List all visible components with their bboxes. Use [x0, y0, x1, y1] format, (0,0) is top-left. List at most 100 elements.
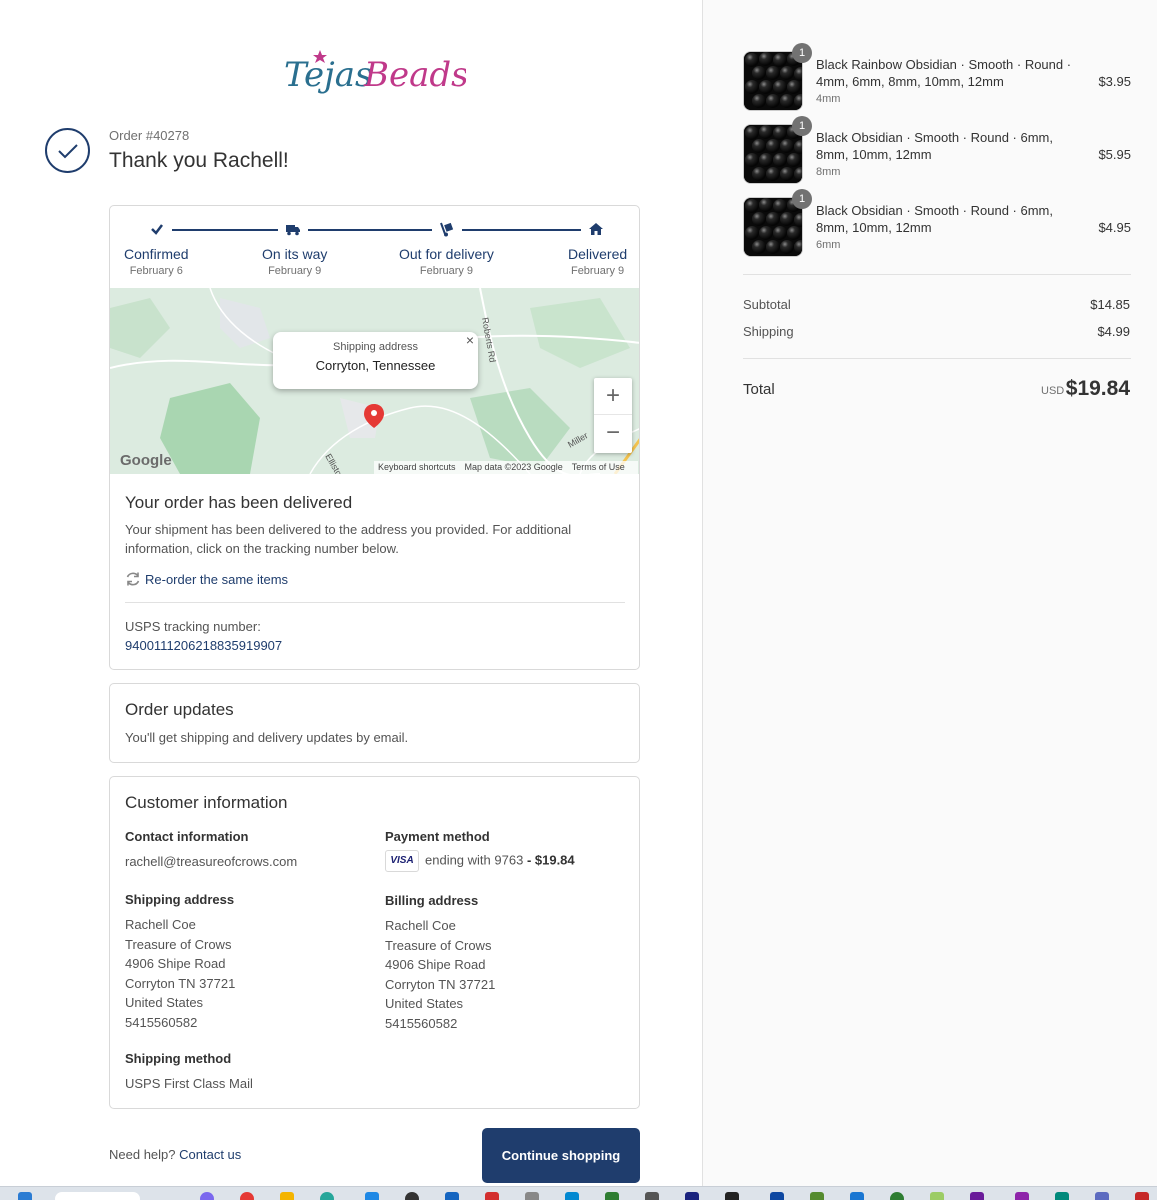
taskbar-app-icon[interactable] — [525, 1192, 539, 1200]
address-line: United States — [385, 996, 464, 1011]
map-data-credit: Map data ©2023 Google — [464, 462, 563, 472]
item-title: Black Rainbow Obsidian · Smooth · Round … — [816, 57, 1072, 89]
order-updates-card: Order updates You'll get shipping and de… — [109, 683, 640, 763]
shipping-address-label: Shipping address — [125, 892, 235, 907]
item-name: Black Obsidian · Smooth · Round · 6mm, 8… — [816, 129, 1081, 181]
taskbar-app-icon[interactable] — [850, 1192, 864, 1200]
divider — [743, 274, 1131, 275]
item-variant: 8mm — [816, 166, 841, 178]
contact-email: rachell@treasureofcrows.com — [125, 854, 298, 869]
order-updates-title: Order updates — [125, 700, 234, 719]
delivery-status-text: Your shipment has been delivered to the … — [125, 522, 572, 556]
item-title: Black Obsidian · Smooth · Round · 6mm, 8… — [816, 203, 1053, 235]
step-confirmed: Confirmed February 6 — [124, 246, 189, 277]
order-summary-sidebar: 1 Black Rainbow Obsidian · Smooth · Roun… — [702, 0, 1157, 1200]
close-icon[interactable]: × — [466, 332, 474, 348]
os-taskbar — [0, 1186, 1157, 1200]
item-name: Black Obsidian · Smooth · Round · 6mm, 8… — [816, 202, 1081, 254]
continue-shopping-button[interactable]: Continue shopping — [482, 1128, 640, 1183]
taskbar-app-icon[interactable] — [1055, 1192, 1069, 1200]
contact-us-link[interactable]: Contact us — [179, 1147, 241, 1162]
taskbar-app-icon[interactable] — [200, 1192, 214, 1200]
address-line: 4906 Shipe Road — [125, 956, 226, 971]
taskbar-app-icon[interactable] — [645, 1192, 659, 1200]
taskbar-app-icon[interactable] — [605, 1192, 619, 1200]
taskbar-app-icon[interactable] — [970, 1192, 984, 1200]
address-line: Rachell Coe — [385, 918, 456, 933]
folder-icon[interactable] — [280, 1192, 294, 1200]
quantity-badge: 1 — [792, 43, 812, 63]
shipping-method-label: Shipping method — [125, 1051, 232, 1066]
address-line: Corryton TN 37721 — [385, 976, 496, 992]
address-line: 5415560582 — [385, 1015, 458, 1031]
order-confirmed-check-icon — [45, 128, 90, 173]
taskbar-app-icon[interactable] — [685, 1192, 699, 1200]
billing-address-label: Billing address — [385, 893, 479, 908]
refresh-icon — [126, 572, 140, 586]
order-number: Order #40278 — [109, 128, 190, 143]
zoom-in-button[interactable]: + — [594, 378, 632, 415]
reorder-label[interactable]: Re-order the same items — [145, 572, 288, 587]
taskbar-app-icon[interactable] — [485, 1192, 499, 1200]
quantity-badge: 1 — [792, 189, 812, 209]
check-icon — [151, 224, 163, 235]
address-line: Treasure of Crows — [385, 937, 492, 953]
taskbar-app-icon[interactable] — [890, 1192, 904, 1200]
item-name: Black Rainbow Obsidian · Smooth · Round … — [816, 56, 1081, 108]
tracking-number-link[interactable]: 9400111206218835919907 — [125, 638, 282, 653]
zoom-out-button[interactable]: − — [594, 415, 632, 452]
taskbar-search[interactable] — [55, 1192, 140, 1200]
delivery-status-title: Your order has been delivered — [125, 493, 353, 512]
taskbar-app-icon[interactable] — [240, 1192, 254, 1200]
terms-of-use-link[interactable]: Terms of Use — [572, 462, 625, 472]
total-currency: USD — [1041, 385, 1065, 397]
step-connector — [172, 229, 278, 231]
taskbar-app-icon[interactable] — [770, 1192, 784, 1200]
shipping-value: $4.99 — [1097, 324, 1130, 339]
address-line: 4906 Shipe Road — [385, 957, 486, 972]
contact-info-label: Contact information — [125, 829, 249, 844]
shipping-method: USPS First Class Mail — [125, 1076, 253, 1091]
subtotal-label: Subtotal — [743, 297, 791, 312]
taskbar-app-icon[interactable] — [930, 1192, 944, 1200]
taskbar-app-icon[interactable] — [1095, 1192, 1109, 1200]
quantity-badge: 1 — [792, 116, 812, 136]
line-item: 1 Black Rainbow Obsidian · Smooth · Roun… — [743, 43, 1133, 113]
item-variant: 4mm — [816, 93, 841, 105]
tejas-beads-logo[interactable]: Tejas Beads — [284, 46, 466, 96]
address-line: Rachell Coe — [125, 917, 196, 932]
total-label: Total — [743, 381, 775, 398]
shipping-map[interactable]: Roberts Rd Elliston Miller × Shipping ad… — [110, 288, 639, 474]
taskbar-app-icon[interactable] — [320, 1192, 334, 1200]
taskbar-app-icon[interactable] — [445, 1192, 459, 1200]
step-on-its-way: On its way February 9 — [262, 246, 328, 277]
taskbar-app-icon[interactable] — [725, 1192, 739, 1200]
taskbar-app-icon[interactable] — [1135, 1192, 1149, 1200]
taskbar-app-icon[interactable] — [810, 1192, 824, 1200]
tracking-steps: Confirmed February 6 On its way February… — [110, 206, 639, 288]
map-zoom-controls: + − — [594, 378, 632, 453]
address-line: Treasure of Crows — [125, 936, 232, 952]
keyboard-shortcuts-link[interactable]: Keyboard shortcuts — [378, 462, 456, 472]
need-help: Need help? Contact us — [109, 1147, 241, 1162]
step-connector — [462, 229, 581, 231]
truck-icon — [286, 225, 300, 236]
svg-text:Tejas: Tejas — [284, 55, 372, 95]
taskbar-app-icon[interactable] — [1015, 1192, 1029, 1200]
map-popup: × Shipping address Corryton, Tennessee — [273, 332, 478, 389]
map-footer: Keyboard shortcuts Map data ©2023 Google T… — [374, 461, 638, 474]
google-logo[interactable]: Google — [120, 452, 172, 469]
divider — [743, 358, 1131, 359]
taskbar-app-icon[interactable] — [405, 1192, 419, 1200]
subtotal-value: $14.85 — [1090, 297, 1130, 312]
reorder-link[interactable]: Re-order the same items — [125, 571, 288, 587]
customer-info-title: Customer information — [125, 793, 288, 812]
popup-address: Corryton, Tennessee — [315, 358, 436, 373]
step-out-for-delivery: Out for delivery February 9 — [399, 246, 494, 277]
main-column: Tejas Beads Order #40278 Thank you Rache… — [0, 0, 702, 1200]
start-icon[interactable] — [18, 1192, 32, 1200]
taskbar-app-icon[interactable] — [365, 1192, 379, 1200]
taskbar-app-icon[interactable] — [565, 1192, 579, 1200]
address-line: United States — [125, 995, 204, 1010]
line-item: 1 Black Obsidian · Smooth · Round · 6mm,… — [743, 116, 1133, 186]
